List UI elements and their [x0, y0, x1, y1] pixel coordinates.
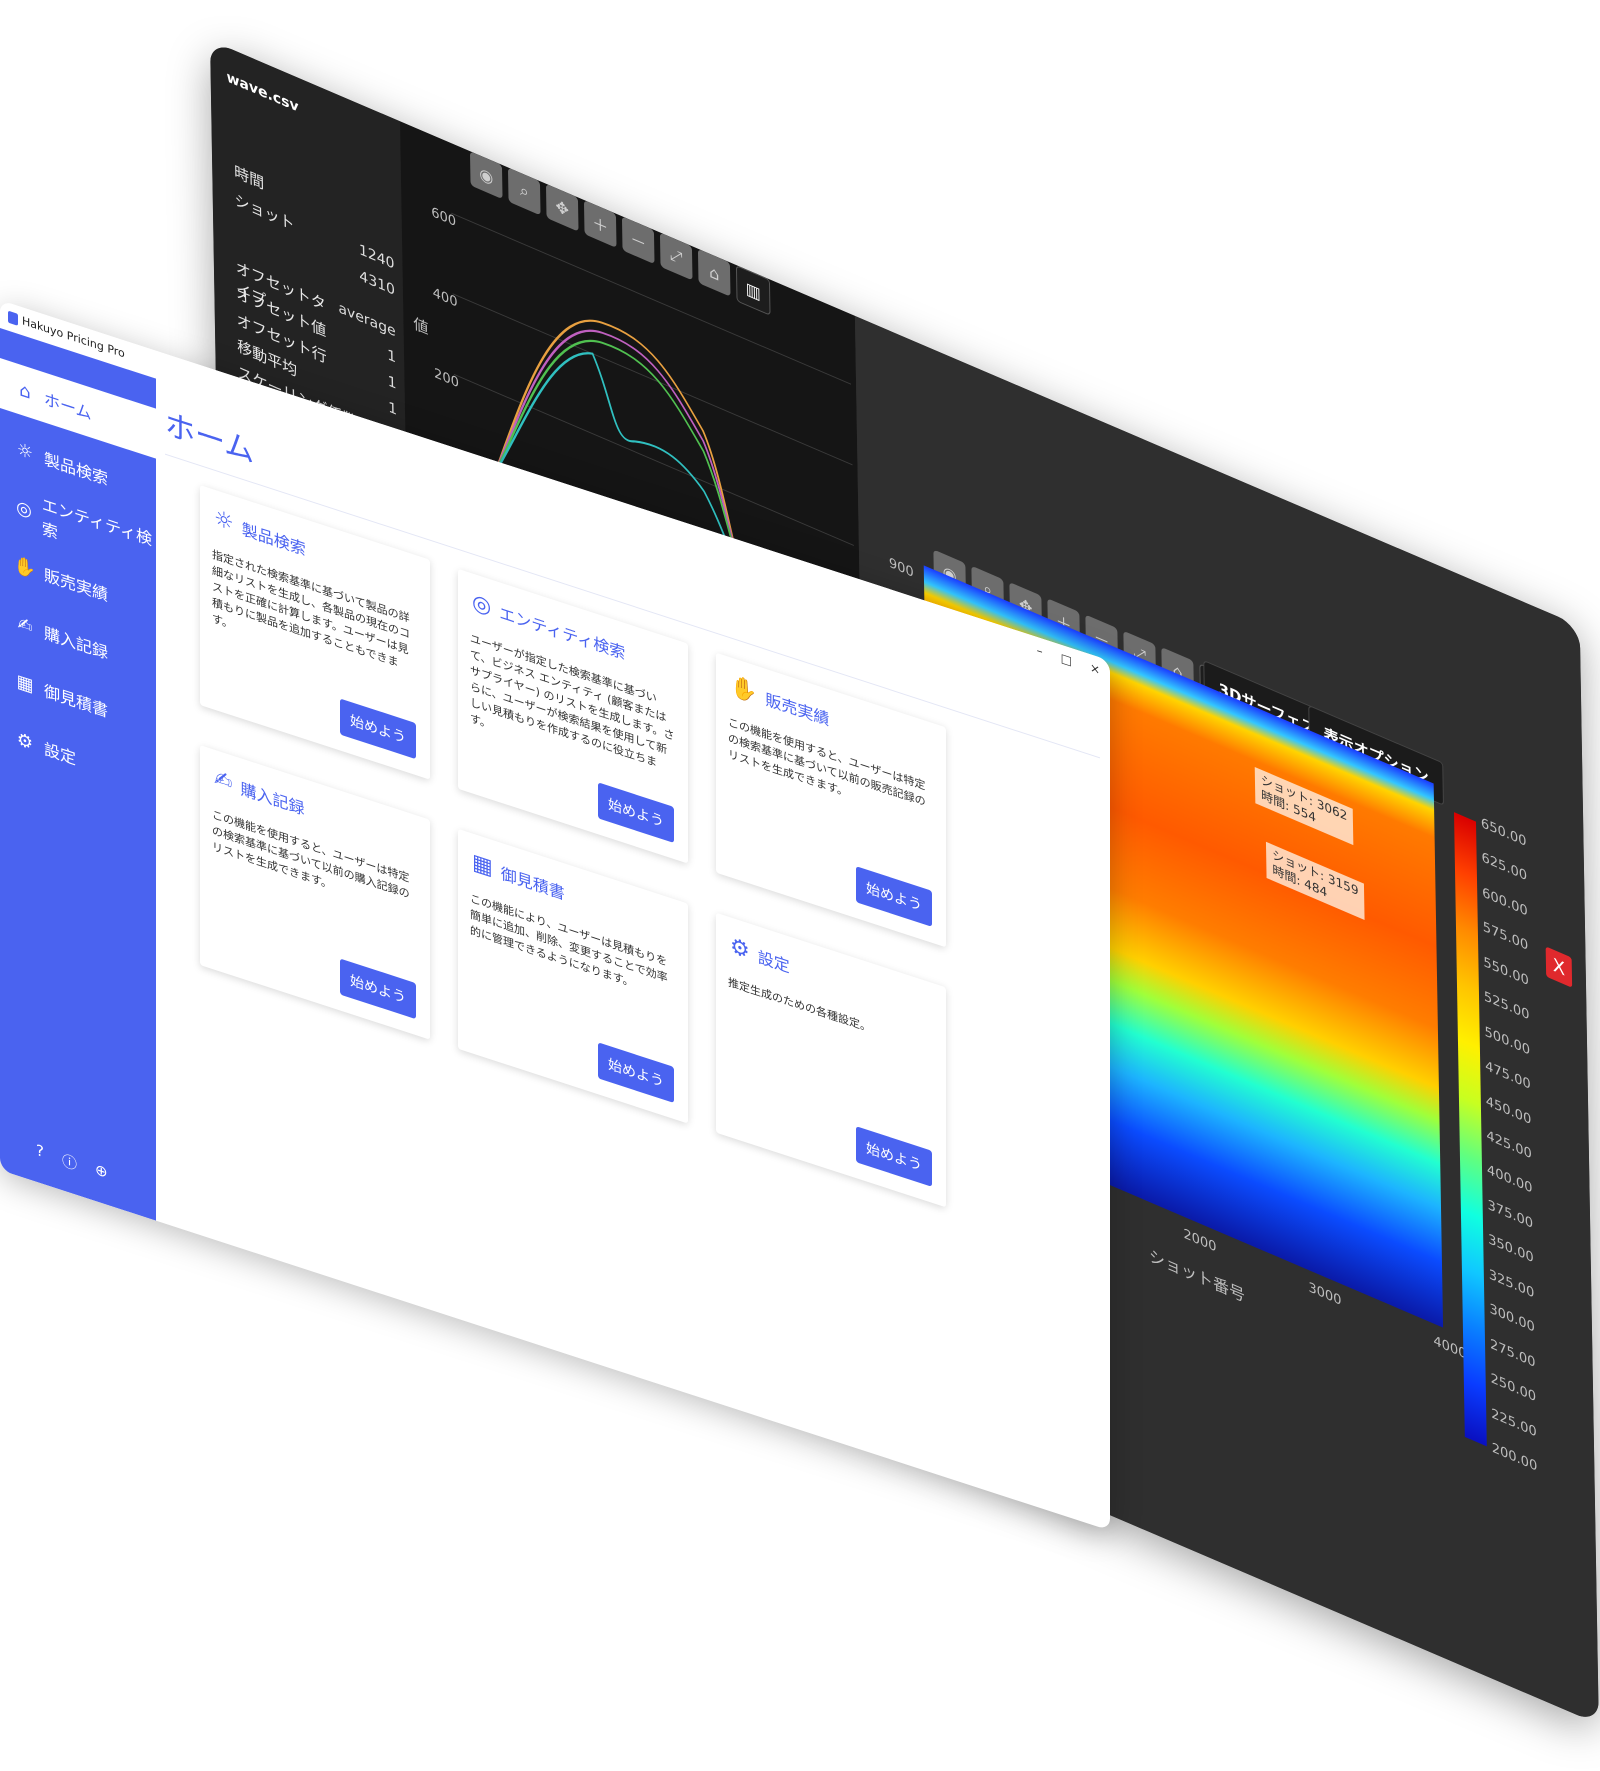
person-icon: ◎: [472, 589, 491, 620]
card-description: 推定生成のための各種設定。: [728, 975, 934, 1058]
x-axis-label: ショット番号: [1149, 1242, 1245, 1307]
card-title: 販売実績: [765, 685, 829, 730]
minimize-icon[interactable]: –: [1037, 643, 1043, 659]
colorbar-tick: 375.00: [1487, 1197, 1533, 1232]
colorbar-tick: 300.00: [1489, 1302, 1535, 1337]
home-icon: ⌂: [14, 377, 36, 406]
card-purchases: ✍ 購入記録 この機能を使用すると、ユーザーは特定の検索基準に基づいて以前の購入記…: [200, 745, 430, 1040]
start-button[interactable]: 始めよう: [856, 866, 932, 927]
maximize-icon[interactable]: □: [1061, 651, 1072, 669]
card-title: 設定: [758, 943, 790, 977]
card-quotes: ▦御見積書 この機能により、ユーザーは見積もりを簡単に追加、削除、変更することで…: [458, 829, 688, 1124]
colorbar-tick: 275.00: [1490, 1336, 1536, 1371]
sidebar-item-label: 御見積書: [44, 677, 108, 722]
colorbar-tick: 450.00: [1486, 1093, 1532, 1128]
receipt-hand-icon: ✍: [214, 766, 232, 797]
sidebar: ⌂ホーム ☼製品検索 ◎エンティティ検索 ✋販売実績 ✍購入記録 ▦御見積書 ⚙…: [0, 328, 156, 1221]
colorbar-tick: 625.00: [1481, 850, 1527, 885]
lightbulb-icon: ☼: [214, 506, 234, 537]
file-title: wave.csv: [226, 69, 298, 116]
globe-icon[interactable]: ⊕: [95, 1160, 108, 1185]
param-value: 1: [388, 373, 397, 398]
colorbar-tick: 325.00: [1489, 1267, 1535, 1302]
colorbar-tick: 475.00: [1485, 1059, 1531, 1094]
card-title-group: ⚙ 設定: [730, 933, 790, 977]
calculator-icon: ▦: [472, 849, 493, 881]
clipboard-hand-icon: ✋: [730, 673, 757, 707]
card-title: 購入記録: [240, 775, 304, 820]
page-title: ホーム: [165, 399, 254, 472]
param-label: 時間: [234, 160, 264, 194]
lightbulb-icon: ☼: [14, 437, 36, 466]
colorbar-tick: 200.00: [1492, 1440, 1538, 1475]
info-icon[interactable]: ⓘ: [62, 1149, 77, 1175]
colorbar-tick: 400.00: [1487, 1163, 1533, 1198]
gear-icon: ⚙: [730, 933, 750, 964]
card-description: ユーザーが指定した検索基準に基づいて、ビジネス エンティティ (顧客またはサプラ…: [470, 631, 676, 794]
receipt-hand-icon: ✍: [14, 611, 36, 640]
colorbar-tick: 350.00: [1488, 1232, 1534, 1267]
start-button[interactable]: 始めよう: [856, 1126, 932, 1187]
composite-stage: wave.csv 時間 ショット1240 4310 オフセットタイプaverag…: [0, 0, 1600, 1457]
param-value: 1: [387, 347, 396, 372]
start-button[interactable]: 始めよう: [598, 1042, 674, 1103]
y-axis-label: 値: [413, 312, 428, 340]
app-logo-icon: [8, 310, 18, 325]
clipboard-hand-icon: ✋: [14, 553, 36, 582]
param-value: 1: [388, 399, 397, 424]
colorbar-tick: 425.00: [1486, 1128, 1532, 1163]
tooltip: ショット: 3062時間: 554: [1255, 767, 1354, 845]
calculator-icon: ▦: [14, 669, 36, 698]
colorbar-tick: 525.00: [1484, 989, 1530, 1024]
card-description: この機能を使用すると、ユーザーは特定の検索基準に基づいて以前の購入記録のリストを…: [212, 807, 418, 922]
x-tick: 2000: [1183, 1226, 1216, 1255]
sidebar-item-label: 設定: [44, 735, 76, 769]
colorbar-tick: 650.00: [1481, 816, 1527, 851]
start-button[interactable]: 始めよう: [598, 782, 674, 843]
card-description: この機能により、ユーザーは見積もりを簡単に追加、削除、変更することで効率的に管理…: [470, 891, 676, 1006]
card-description: この機能を使用すると、ユーザーは特定の検索基準に基づいて以前の販売記録のリストを…: [728, 715, 934, 830]
start-button[interactable]: 始めよう: [340, 958, 416, 1019]
card-settings: ⚙ 設定 推定生成のための各種設定。 始めよう: [716, 913, 946, 1208]
colorbar-tick: 500.00: [1484, 1024, 1530, 1059]
start-button[interactable]: 始めよう: [340, 698, 416, 759]
card-description: 指定された検索基準に基づいて製品の詳細なリストを生成し、各製品の現在のコストを正…: [212, 547, 418, 694]
colorbar-tick: 575.00: [1483, 920, 1529, 955]
colorbar-tick: 225.00: [1491, 1406, 1537, 1441]
x-tick: 3000: [1308, 1280, 1341, 1309]
sidebar-item-label: 製品検索: [44, 445, 108, 490]
close-icon[interactable]: ×: [1090, 660, 1100, 677]
tooltip: ショット: 3159時間: 484: [1266, 842, 1365, 920]
sidebar-item-label: ホーム: [44, 385, 92, 424]
person-icon: ◎: [14, 495, 34, 523]
sidebar-footer: ? ⓘ ⊕: [36, 1141, 108, 1185]
help-icon[interactable]: ?: [36, 1141, 44, 1165]
card-title: 製品検索: [242, 515, 306, 560]
colorbar-tick: 250.00: [1490, 1371, 1536, 1406]
gear-icon: ⚙: [14, 727, 36, 756]
sidebar-item-label: 購入記録: [44, 619, 108, 664]
card-title: 御見積書: [501, 859, 565, 904]
colorbar-tick: 600.00: [1482, 885, 1528, 920]
x-tick: 4000: [1433, 1333, 1466, 1362]
y-tick: 900: [889, 555, 914, 581]
sidebar-item-label: 販売実績: [44, 561, 108, 606]
colorbar-tick: 550.00: [1483, 954, 1529, 989]
